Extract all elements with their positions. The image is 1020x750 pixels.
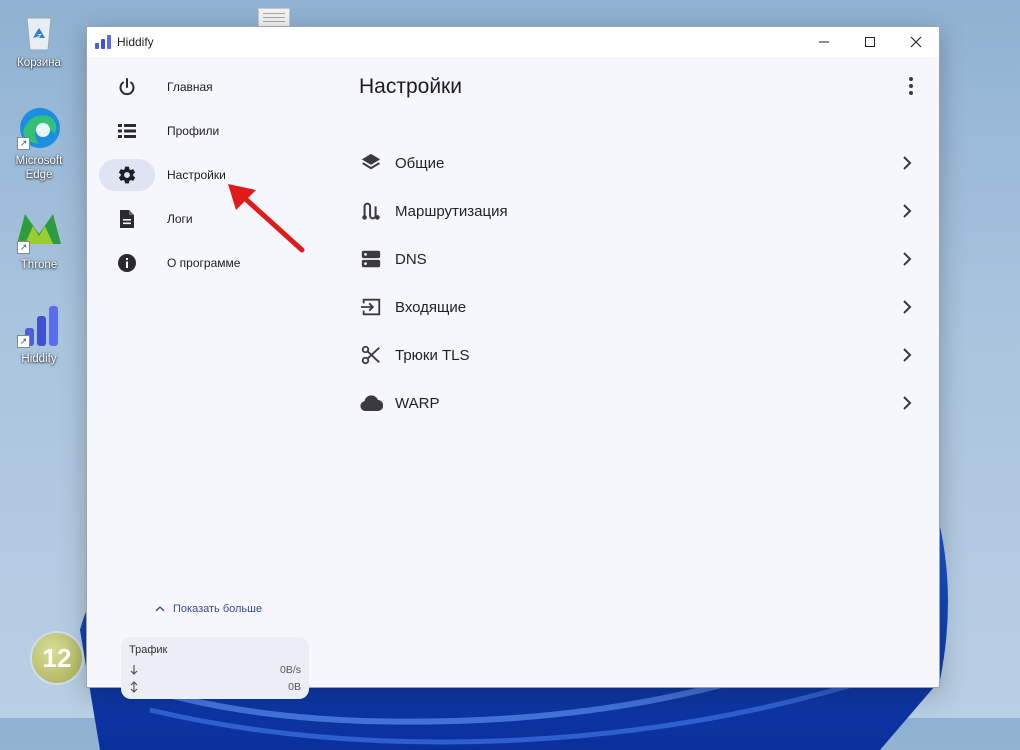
settings-panel: Настройки Общие Маршрутизация DNS Входящ…	[323, 57, 939, 687]
settings-item-label: Маршрутизация	[395, 202, 508, 220]
sidebar-item-label: Логи	[167, 212, 193, 226]
desktop-icon-label: Корзина	[17, 57, 61, 69]
desktop-icon-edge[interactable]: ↗ Microsoft Edge	[4, 104, 74, 182]
minimize-button[interactable]	[801, 27, 847, 57]
desktop-icon-recycle-bin[interactable]: Корзина	[4, 6, 74, 70]
close-icon	[910, 36, 922, 48]
gear-icon	[99, 159, 155, 191]
settings-item-routing[interactable]: Маршрутизация	[347, 190, 917, 232]
cloud-icon	[347, 382, 395, 424]
settings-item-label: Входящие	[395, 298, 467, 316]
page-title: Настройки	[359, 75, 462, 98]
chevron-right-icon	[903, 156, 912, 170]
chevron-right-icon	[903, 204, 912, 218]
document-icon	[99, 203, 155, 235]
step-badge: 12	[32, 633, 82, 683]
title-bar[interactable]: Hiddify	[87, 27, 939, 57]
minimize-icon	[819, 41, 829, 43]
settings-item-label: DNS	[395, 250, 427, 268]
hiddify-logo-icon	[95, 35, 111, 49]
power-icon	[99, 71, 155, 103]
hiddify-icon: ↗	[15, 302, 63, 350]
sidebar-item-settings[interactable]: Настройки	[99, 159, 311, 191]
chevron-right-icon	[903, 252, 912, 266]
settings-item-tls-tricks[interactable]: Трюки TLS	[347, 334, 917, 376]
show-more-label: Показать больше	[173, 603, 263, 615]
hiddify-window: Hiddify Главная Профили Настройки Логи О…	[86, 26, 940, 699]
sidebar-item-label: О программе	[167, 256, 241, 270]
server-icon	[347, 238, 395, 280]
close-button[interactable]	[893, 27, 939, 57]
desktop-icon-hiddify[interactable]: ↗ Hiddify	[4, 302, 74, 366]
chevron-right-icon	[903, 348, 912, 362]
recycle-bin-icon	[15, 6, 63, 54]
settings-item-label: Трюки TLS	[395, 346, 470, 364]
desktop-icon-throne[interactable]: ↗ Throne	[4, 208, 74, 272]
throne-icon: ↗	[15, 208, 63, 256]
maximize-button[interactable]	[847, 27, 893, 57]
layers-icon	[347, 142, 395, 184]
chevron-right-icon	[903, 300, 912, 314]
sidebar-item-profiles[interactable]: Профили	[99, 115, 311, 147]
settings-item-label: WARP	[395, 394, 440, 412]
list-icon	[99, 115, 155, 147]
show-more-button[interactable]: Показать больше	[155, 603, 262, 615]
sidebar-item-home[interactable]: Главная	[99, 71, 311, 103]
sidebar-item-label: Настройки	[167, 168, 226, 182]
sidebar: Главная Профили Настройки Логи О програм…	[87, 57, 323, 699]
traffic-card: Трафик 0B/s 0B	[121, 637, 309, 699]
inbound-icon	[347, 286, 395, 328]
settings-item-label: Общие	[395, 154, 445, 172]
desktop-icon-label: Hiddify	[21, 353, 57, 365]
window-title: Hiddify	[117, 35, 154, 49]
settings-item-general[interactable]: Общие	[347, 142, 917, 184]
chevron-up-icon	[155, 606, 165, 612]
traffic-speed: 0B/s	[279, 664, 301, 676]
settings-item-inbound[interactable]: Входящие	[347, 286, 917, 328]
edge-icon: ↗	[15, 104, 63, 152]
scissors-icon	[347, 334, 395, 376]
more-options-button[interactable]	[903, 75, 919, 97]
sidebar-item-label: Профили	[167, 124, 220, 138]
arrow-down-icon	[130, 665, 138, 675]
sidebar-item-about[interactable]: О программе	[99, 247, 311, 279]
traffic-total: 0B	[288, 681, 301, 693]
sidebar-item-logs[interactable]: Логи	[99, 203, 311, 235]
desktop-icon-label: Throne	[20, 259, 58, 271]
info-icon	[99, 247, 155, 279]
route-icon	[347, 190, 395, 232]
settings-item-warp[interactable]: WARP	[347, 382, 917, 424]
sidebar-item-label: Главная	[167, 80, 213, 94]
traffic-title: Трафик	[129, 644, 168, 656]
maximize-icon	[865, 37, 875, 47]
desktop-icon-label: Microsoft Edge	[15, 155, 63, 181]
arrow-up-down-icon	[130, 681, 138, 693]
settings-item-dns[interactable]: DNS	[347, 238, 917, 280]
chevron-right-icon	[903, 396, 912, 410]
